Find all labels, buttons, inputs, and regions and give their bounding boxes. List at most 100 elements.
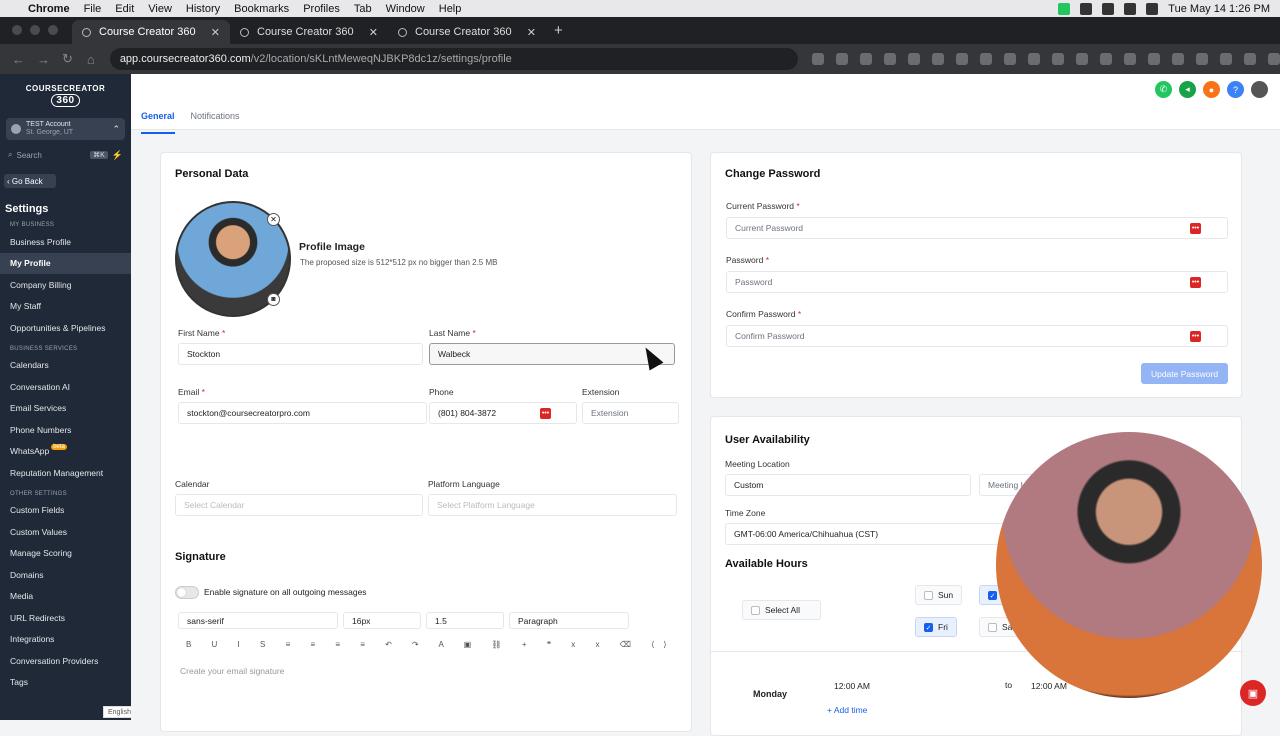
sidebar-item-conversation-ai[interactable]: Conversation AI <box>0 376 131 398</box>
extension-icon[interactable] <box>1196 53 1208 65</box>
chat-help-button[interactable]: ▣ <box>1240 680 1266 706</box>
notion-icon[interactable] <box>1102 2 1115 15</box>
sidebar-item-email-services[interactable]: Email Services <box>0 398 131 420</box>
password-manager-icon[interactable]: ••• <box>1190 223 1201 234</box>
confirm-password-field[interactable]: Confirm Password <box>726 325 1228 347</box>
bolt-icon[interactable]: ⚡ <box>112 150 123 161</box>
sidebar-item-manage-scoring[interactable]: Manage Scoring <box>0 543 131 565</box>
megaphone-icon[interactable]: ◂ <box>1179 81 1196 98</box>
font-family-select[interactable]: sans-serif <box>178 612 338 629</box>
account-switcher[interactable]: TEST Account St. George, UT ⌃ <box>6 118 125 140</box>
zoom-icon[interactable] <box>836 53 848 65</box>
sidebar-item-phone-numbers[interactable]: Phone Numbers <box>0 419 131 441</box>
facetime-icon[interactable] <box>1058 2 1071 15</box>
remove-photo-icon[interactable]: ✕ <box>267 213 280 226</box>
help-icon[interactable]: ? <box>1227 81 1244 98</box>
menu-tab[interactable]: Tab <box>354 3 372 15</box>
close-icon[interactable]: ✕ <box>527 26 536 39</box>
close-icon[interactable]: ✕ <box>211 26 220 39</box>
sidebar-item-url-redirects[interactable]: URL Redirects <box>0 607 131 629</box>
back-arrow-icon[interactable]: ← <box>12 52 25 67</box>
browser-tab-2[interactable]: Course Creator 360 ✕ <box>230 20 388 44</box>
sidebar-item-company-billing[interactable]: Company Billing <box>0 274 131 296</box>
profile-avatar[interactable] <box>1244 53 1256 65</box>
calendar-select[interactable]: Select Calendar <box>175 494 423 516</box>
forward-arrow-icon[interactable]: → <box>37 52 50 67</box>
bell-icon[interactable]: ● <box>1203 81 1220 98</box>
extension-icon[interactable] <box>1052 53 1064 65</box>
signature-toggle[interactable] <box>175 586 199 599</box>
user-avatar[interactable] <box>1251 81 1268 98</box>
sidebar-item-whatsapp[interactable]: WhatsApp beta <box>0 441 131 463</box>
extension-icon[interactable] <box>1220 53 1232 65</box>
extension-field[interactable]: Extension <box>582 402 679 424</box>
phone-field[interactable]: (801) 804-3872 <box>429 402 577 424</box>
extension-icon[interactable] <box>1100 53 1112 65</box>
new-tab-button[interactable]: + <box>554 22 563 39</box>
extension-icon[interactable] <box>1004 53 1016 65</box>
browser-tab-3[interactable]: Course Creator 360 ✕ <box>388 20 546 44</box>
sidebar-item-tags[interactable]: Tags <box>0 672 131 694</box>
platform-language-select[interactable]: Select Platform Language <box>428 494 677 516</box>
sidebar-item-custom-fields[interactable]: Custom Fields <box>0 500 131 522</box>
key-icon[interactable] <box>812 53 824 65</box>
sidebar-item-calendars[interactable]: Calendars <box>0 355 131 377</box>
home-icon[interactable]: ⌂ <box>87 52 100 67</box>
extension-icon[interactable] <box>980 53 992 65</box>
menu-profiles[interactable]: Profiles <box>303 3 340 15</box>
camera-icon[interactable]: ◙ <box>267 293 280 306</box>
menu-dots-icon[interactable] <box>1268 53 1280 65</box>
extension-icon[interactable] <box>1172 53 1184 65</box>
from-time-field[interactable]: 12:00 AM <box>826 675 986 697</box>
select-all-checkbox[interactable]: Select All <box>742 600 821 620</box>
extension-icon[interactable] <box>1028 53 1040 65</box>
time-zone-select[interactable]: GMT-06:00 America/Chihuahua (CST) <box>725 523 1015 545</box>
day-sun-checkbox[interactable]: Sun <box>915 585 963 605</box>
block-type-select[interactable]: Paragraph <box>509 612 629 629</box>
last-name-field[interactable]: Walbeck <box>429 343 675 365</box>
close-icon[interactable]: ✕ <box>369 26 378 39</box>
reload-icon[interactable]: ↻ <box>62 51 75 67</box>
sidebar-item-business-profile[interactable]: Business Profile <box>0 231 131 253</box>
email-field[interactable]: stockton@coursecreatorpro.com <box>178 402 427 424</box>
update-password-button[interactable]: Update Password <box>1141 363 1228 384</box>
sidebar-item-pipelines[interactable]: Opportunities & Pipelines <box>0 317 131 339</box>
extension-icon[interactable] <box>932 53 944 65</box>
tab-notifications[interactable]: Notifications <box>191 111 240 134</box>
app-menu[interactable]: Chrome <box>28 3 70 15</box>
menu-edit[interactable]: Edit <box>115 3 134 15</box>
sidebar-item-my-staff[interactable]: My Staff <box>0 296 131 318</box>
wifi-icon[interactable] <box>1124 2 1137 15</box>
sidebar-item-integrations[interactable]: Integrations <box>0 629 131 651</box>
extension-icon[interactable] <box>908 53 920 65</box>
status-icon[interactable] <box>1080 2 1093 15</box>
menu-file[interactable]: File <box>84 3 102 15</box>
spotlight-icon[interactable] <box>1146 2 1159 15</box>
sidebar-item-media[interactable]: Media <box>0 586 131 608</box>
day-fri-checkbox[interactable]: ✓ Fri <box>915 617 957 637</box>
menu-view[interactable]: View <box>148 3 172 15</box>
sidebar-item-my-profile[interactable]: My Profile <box>0 252 131 274</box>
meeting-location-select[interactable]: Custom <box>725 474 971 496</box>
star-icon[interactable] <box>860 53 872 65</box>
menu-history[interactable]: History <box>186 3 220 15</box>
password-manager-icon[interactable]: ••• <box>540 408 551 419</box>
editor-toolbar[interactable]: B U I S ≡ ≡ ≡ ≡ ↶ ↷ A ▣ ⛓ + ❝ x x ⌫ ⟨⟩ <box>186 640 675 649</box>
browser-tab-1[interactable]: Course Creator 360 ✕ <box>72 20 230 44</box>
current-password-field[interactable]: Current Password <box>726 217 1228 239</box>
line-height-select[interactable]: 1.5 <box>426 612 504 629</box>
password-manager-icon[interactable]: ••• <box>1190 331 1201 342</box>
password-field[interactable]: Password <box>726 271 1228 293</box>
menu-help[interactable]: Help <box>439 3 462 15</box>
extension-icon[interactable] <box>1148 53 1160 65</box>
tab-general[interactable]: General <box>141 111 175 134</box>
password-manager-icon[interactable]: ••• <box>1190 277 1201 288</box>
sidebar-item-custom-values[interactable]: Custom Values <box>0 521 131 543</box>
url-field[interactable]: app.coursecreator360.com/v2/location/sKL… <box>109 48 798 70</box>
sidebar-item-domains[interactable]: Domains <box>0 564 131 586</box>
window-controls[interactable] <box>12 25 58 35</box>
menu-bookmarks[interactable]: Bookmarks <box>234 3 289 15</box>
sidebar-item-conversation-providers[interactable]: Conversation Providers <box>0 650 131 672</box>
signature-editor[interactable]: Create your email signature <box>180 666 284 676</box>
sidebar-search[interactable]: ⌕ Search ⌘K ⚡ <box>6 147 125 163</box>
